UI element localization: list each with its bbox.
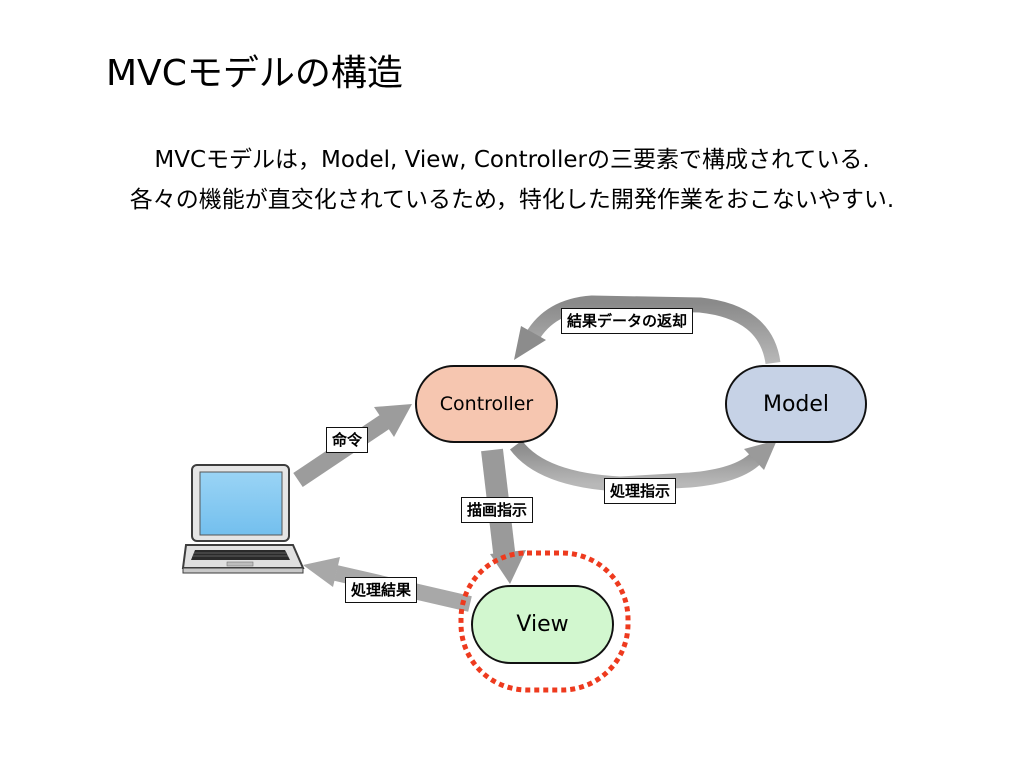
controller-node: Controller (415, 365, 558, 443)
label-draw-instruction: 描画指示 (461, 497, 534, 523)
label-process-result: 処理結果 (345, 577, 418, 603)
laptop-icon (181, 464, 305, 574)
model-node: Model (725, 365, 867, 443)
label-process-instruction: 処理指示 (604, 478, 677, 504)
label-data-return: 結果データの返却 (561, 308, 694, 334)
label-command: 命令 (326, 427, 369, 453)
view-node: View (471, 585, 614, 664)
